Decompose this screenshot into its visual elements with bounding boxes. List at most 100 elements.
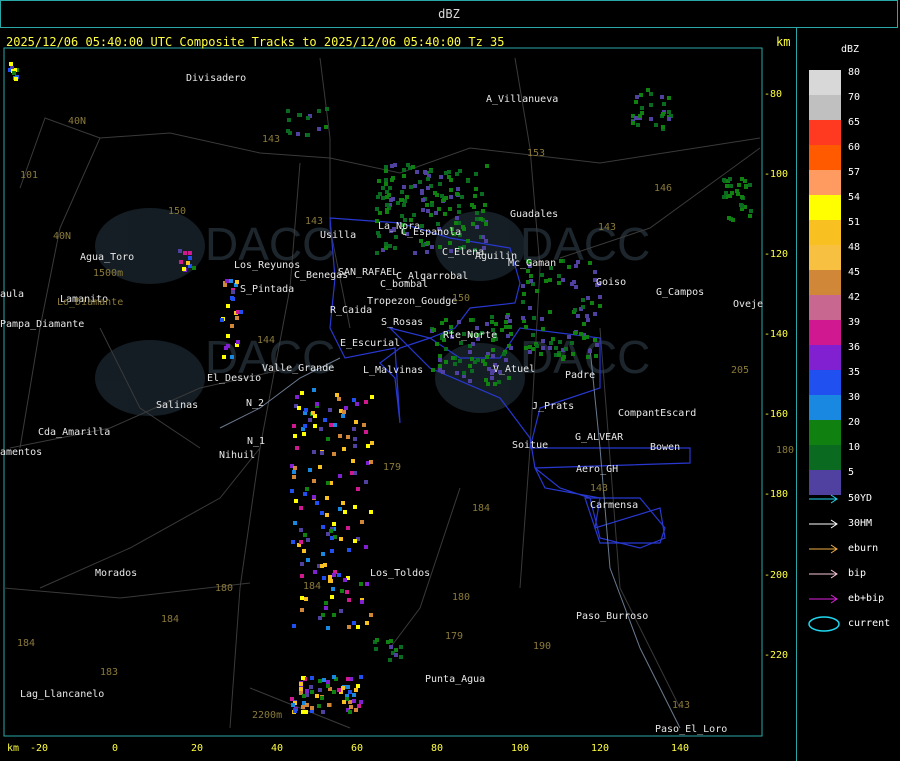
route-label: 190 xyxy=(533,641,552,652)
place-label: Mc_Gaman xyxy=(508,258,557,269)
legend-label: 30 xyxy=(848,392,861,403)
y-tick-label: -220 xyxy=(764,650,789,661)
place-label: CompantEscard xyxy=(618,408,697,419)
place-label: Goiso xyxy=(596,277,627,288)
place-label: Aero_GH xyxy=(576,464,619,475)
legend-label: 60 xyxy=(848,142,861,153)
track-label: current xyxy=(848,618,891,629)
route-label: 205 xyxy=(731,365,750,376)
place-label: Salinas xyxy=(156,400,199,411)
legend-swatch xyxy=(809,370,841,395)
place-label: Paso_El_Loro xyxy=(655,724,728,735)
route-label: 40N xyxy=(53,231,72,242)
legend-label: 54 xyxy=(848,192,861,203)
y-tick-label: -100 xyxy=(764,169,789,180)
route-label: 150 xyxy=(168,206,187,217)
legend-swatch xyxy=(809,395,841,420)
legend-label: 5 xyxy=(848,467,855,478)
route-label: 180 xyxy=(776,445,795,456)
legend-label: 70 xyxy=(848,92,861,103)
route-label: 2200m xyxy=(252,710,283,721)
legend-label: 48 xyxy=(848,242,861,253)
route-label: 180 xyxy=(452,592,471,603)
y-tick-label: -180 xyxy=(764,489,789,500)
legend-title: dBZ xyxy=(841,44,860,55)
place-label: J_Prats xyxy=(532,401,575,412)
place-label: Rte_Norte xyxy=(443,330,498,341)
x-tick-label: 40 xyxy=(271,743,284,754)
legend-swatch xyxy=(809,270,841,295)
place-label: Tropezon_Goudge xyxy=(367,296,458,307)
place-label: Soitue xyxy=(512,440,549,451)
route-label: 143 xyxy=(590,483,609,494)
legend-swatch xyxy=(809,70,841,95)
legend-label: 80 xyxy=(848,67,861,78)
route-label: 153 xyxy=(527,148,546,159)
legend-swatch xyxy=(809,295,841,320)
track-label: 30HM xyxy=(848,518,873,529)
place-label: El_Desvio xyxy=(207,373,262,384)
header-timestamp: 2025/12/06 05:40:00 UTC Composite Tracks… xyxy=(6,35,505,49)
place-label: N_1 xyxy=(247,436,266,447)
radar-map[interactable]: DACC DACC DACC DACC xyxy=(0,28,797,761)
y-tick-label: -120 xyxy=(764,249,789,260)
track-arrow-icon xyxy=(809,569,838,579)
place-label: N_2 xyxy=(246,398,265,409)
route-label: 179 xyxy=(383,462,402,473)
route-label: Lo_Diamante xyxy=(57,297,124,308)
route-label: 101 xyxy=(20,170,39,181)
watermark-logo: DACC DACC DACC DACC xyxy=(95,208,650,416)
route-label: 184 xyxy=(303,581,322,592)
x-tick-label: 0 xyxy=(112,743,119,754)
y-tick-label: -200 xyxy=(764,570,789,581)
place-label: Usilla xyxy=(320,230,357,241)
legend-swatch xyxy=(809,170,841,195)
route-label: 143 xyxy=(672,700,691,711)
top-title: dBZ xyxy=(438,7,460,21)
place-label: Pampa_Diamante xyxy=(0,319,85,330)
place-label: Morados xyxy=(95,568,138,579)
place-label: S_Rosas xyxy=(381,317,424,328)
x-tick-label: 140 xyxy=(671,743,690,754)
place-label: Lag_Llancanelo xyxy=(20,689,105,700)
route-label: 146 xyxy=(654,183,673,194)
legend-label: 35 xyxy=(848,367,861,378)
place-label: Punta_Agua xyxy=(425,674,486,685)
route-label: 143 xyxy=(305,216,324,227)
place-label: A_Villanueva xyxy=(486,94,559,105)
route-label: 184 xyxy=(161,614,180,625)
place-label: C_bombal xyxy=(380,279,429,290)
route-label: 144 xyxy=(257,335,276,346)
place-label: Cda_Amarilla xyxy=(38,427,111,438)
place-label: Divisadero xyxy=(186,73,247,84)
place-label: C_Benegas xyxy=(294,270,349,281)
y-tick-label: -140 xyxy=(764,329,789,340)
legend-swatch xyxy=(809,245,841,270)
track-arrow-icon xyxy=(809,519,838,529)
place-label: Los_Reyunos xyxy=(234,260,301,271)
route-label: 1500m xyxy=(93,268,124,279)
legend-label: 45 xyxy=(848,267,861,278)
place-label: R_Caida xyxy=(330,305,373,316)
legend-label: 20 xyxy=(848,417,861,428)
top-title-bar: dBZ xyxy=(0,0,898,28)
x-tick-label: 80 xyxy=(431,743,444,754)
place-label: Los_Toldos xyxy=(370,568,431,579)
river xyxy=(589,347,681,729)
legend-swatch xyxy=(809,420,841,445)
place-label: Padre xyxy=(565,370,596,381)
route-label: 150 xyxy=(452,293,471,304)
route-label: 143 xyxy=(598,222,617,233)
track-label: eburn xyxy=(848,543,879,554)
legend-label: 65 xyxy=(848,117,861,128)
legend-label: 39 xyxy=(848,317,861,328)
x-tick-label: 20 xyxy=(191,743,204,754)
track-arrow-icon xyxy=(809,494,838,504)
route-label: 40N xyxy=(68,116,87,127)
place-label: aula xyxy=(0,289,25,300)
y-tick-label: -80 xyxy=(764,89,783,100)
route-label: 179 xyxy=(445,631,464,642)
place-label: S_Pintada xyxy=(240,284,295,295)
route-label: 184 xyxy=(472,503,491,514)
legend-swatch xyxy=(809,220,841,245)
